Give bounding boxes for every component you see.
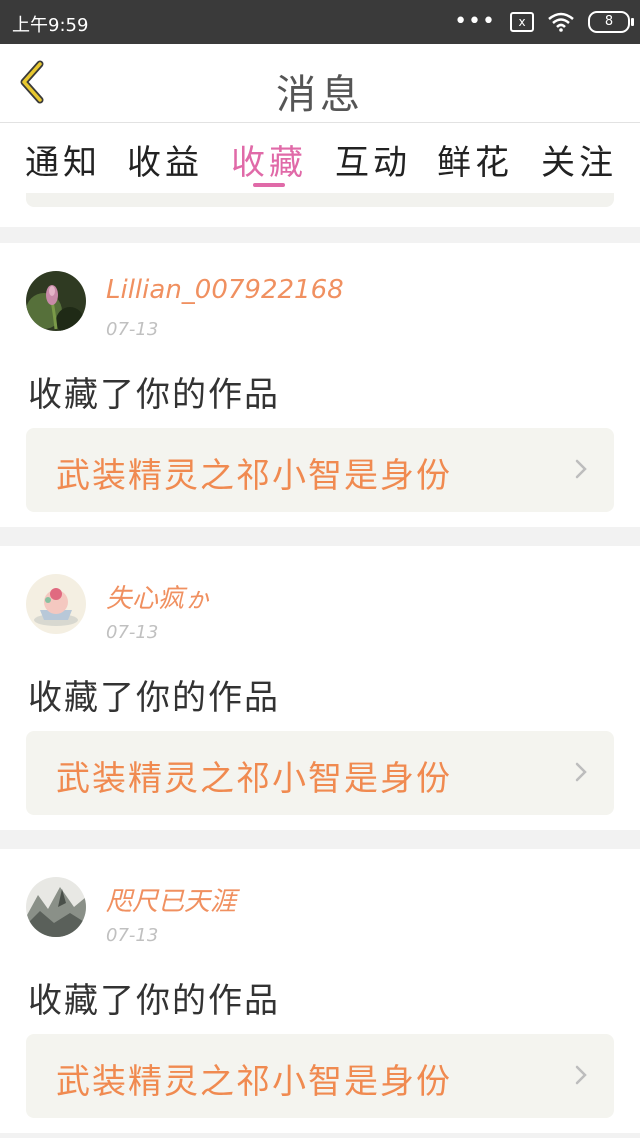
tab-earnings[interactable]: 收益 [120,135,210,184]
username[interactable]: 失心疯ゕ [106,578,210,615]
notification-date: 07-13 [106,622,159,643]
tab-follow[interactable]: 关注 [534,135,624,184]
chevron-right-icon [575,762,587,782]
tab-interaction[interactable]: 互动 [328,135,418,184]
status-bar: 上午9:59 ••• x 8 [0,0,640,44]
notification-card: 咫尺已天涯 07-13 收藏了你的作品 武装精灵之祁小智是身份 [0,849,640,1133]
username[interactable]: Lillian_007922168 [106,275,344,305]
avatar[interactable] [26,574,86,634]
notification-action: 收藏了你的作品 [28,678,280,718]
active-tab-indicator [253,183,285,187]
tab-bar: 通知 收益 收藏 互动 鲜花 关注 [0,123,640,193]
tab-notifications[interactable]: 通知 [18,135,108,184]
more-dots-icon: ••• [454,9,496,34]
work-link[interactable]: 武装精灵之祁小智是身份 [26,731,614,815]
page-title: 消息 [276,72,364,118]
cupcake-avatar-icon [26,574,86,634]
battery-icon: 8 [588,11,634,33]
avatar[interactable] [26,271,86,331]
tab-favorites[interactable]: 收藏 [224,135,314,184]
notification-card: 失心疯ゕ 07-13 收藏了你的作品 武装精灵之祁小智是身份 [0,546,640,830]
username[interactable]: 咫尺已天涯 [106,881,236,918]
work-title: 武装精灵之祁小智是身份 [56,759,452,799]
status-icons: ••• x 8 [454,9,634,35]
notification-date: 07-13 [106,925,159,946]
avatar[interactable] [26,877,86,937]
notification-card: Lillian_007922168 07-13 收藏了你的作品 武装精灵之祁小智… [0,243,640,527]
chevron-right-icon [575,1065,587,1085]
chevron-right-icon [575,459,587,479]
work-link[interactable]: 武装精灵之祁小智是身份 [26,428,614,512]
flower-bud-avatar-icon [26,271,86,331]
notification-action: 收藏了你的作品 [28,981,280,1021]
notification-action: 收藏了你的作品 [28,375,280,415]
landscape-painting-avatar-icon [26,877,86,937]
notification-date: 07-13 [106,319,159,340]
work-title: 武装精灵之祁小智是身份 [56,1062,452,1102]
work-row-partial[interactable] [26,193,614,207]
list-item-partial [0,193,640,227]
status-time: 上午9:59 [12,15,89,36]
work-title: 武装精灵之祁小智是身份 [56,456,452,496]
wifi-icon [548,12,574,32]
nav-bar: 消息 [0,44,640,123]
work-link[interactable]: 武装精灵之祁小智是身份 [26,1034,614,1118]
tab-flowers[interactable]: 鲜花 [430,135,520,184]
no-sim-icon: x [510,12,534,32]
